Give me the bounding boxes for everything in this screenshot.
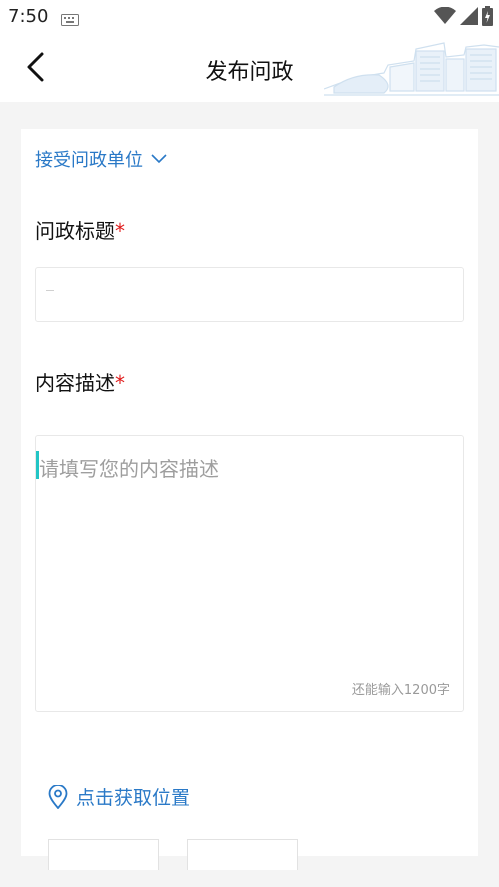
- status-time: 7:50: [8, 6, 49, 27]
- upload-slot[interactable]: [187, 839, 298, 870]
- char-counter: 还能输入1200字: [351, 683, 450, 698]
- signal-icon: [460, 7, 478, 29]
- content-label: 内容描述*: [35, 367, 125, 396]
- content-label-text: 内容描述: [35, 371, 115, 395]
- location-label: 点击获取位置: [76, 787, 191, 809]
- title-input[interactable]: [35, 267, 464, 322]
- content-placeholder: 请填写您的内容描述: [39, 457, 219, 481]
- unit-select-dropdown[interactable]: 接受问政单位: [35, 146, 167, 172]
- required-mark: *: [115, 219, 125, 243]
- building-skyline-illustration: [324, 42, 499, 96]
- location-pin-icon: [48, 784, 68, 809]
- content-textarea[interactable]: 请填写您的内容描述 还能输入1200字: [35, 435, 464, 712]
- wifi-icon: [434, 6, 456, 29]
- app-bar: 发布问政: [0, 33, 499, 102]
- keyboard-icon: [61, 11, 79, 30]
- input-hint-line: [46, 290, 54, 291]
- battery-icon: [482, 6, 493, 30]
- get-location-button[interactable]: 点击获取位置: [48, 783, 190, 810]
- upload-slot[interactable]: [48, 839, 159, 870]
- required-mark: *: [115, 371, 125, 395]
- status-bar: 7:50: [0, 0, 499, 33]
- title-label-text: 问政标题: [35, 219, 115, 243]
- chevron-down-icon: [151, 154, 167, 164]
- form-card: 接受问政单位 问政标题* 内容描述* 请填写您的内容描述 还能输入1200字 点…: [21, 129, 478, 870]
- unit-select-label: 接受问政单位: [35, 150, 143, 171]
- title-label: 问政标题*: [35, 215, 125, 244]
